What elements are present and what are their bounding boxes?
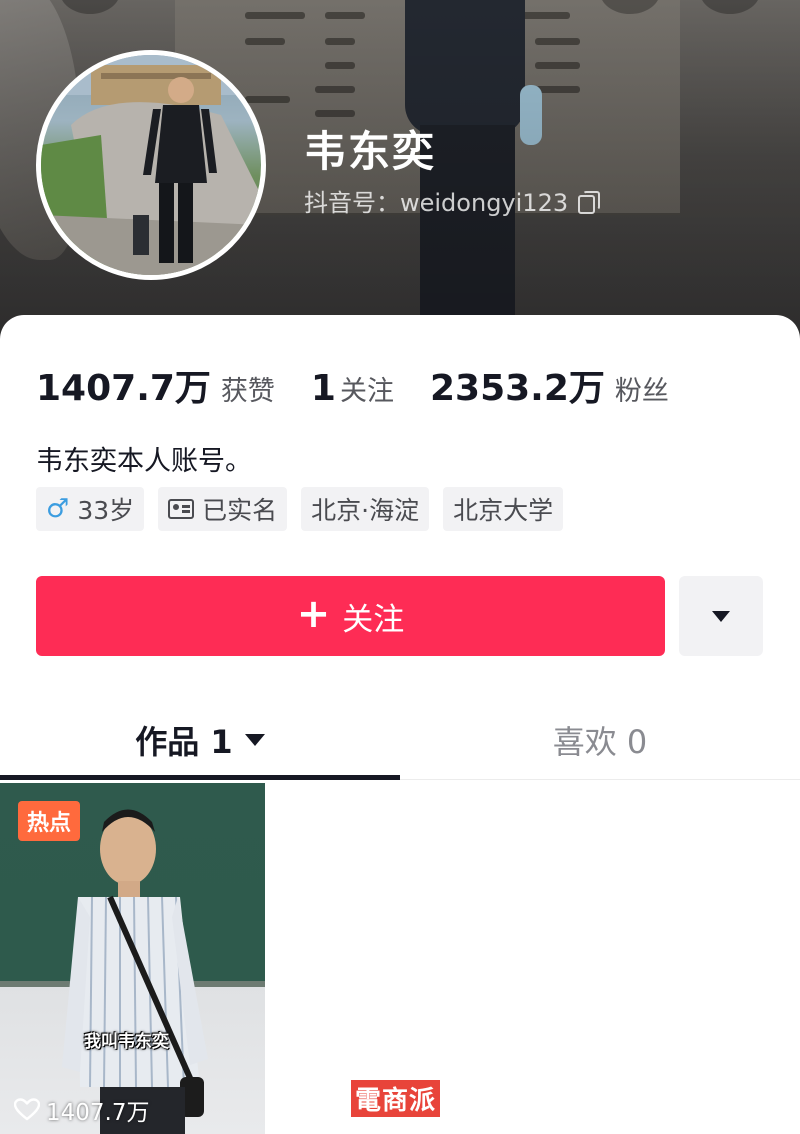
watermark-logo: 電商派 [351,1080,441,1117]
douyin-id[interactable]: 抖音号：weidongyi123 [304,183,601,218]
following-label[interactable]: 关注 [340,369,394,408]
profile-stats: 1407.7万 获赞 1 关注 2353.2万 粉丝 [36,359,705,411]
tab-active-indicator [0,775,400,780]
content-tabs: 作品 1 喜欢 0 [0,700,800,780]
caret-down-icon[interactable] [244,734,265,746]
follow-button-label: 关注 [342,601,405,638]
avatar[interactable] [36,50,266,280]
tab-works-label: 作品 1 [135,723,233,761]
followers-label[interactable]: 粉丝 [615,369,669,408]
likes-label[interactable]: 获赞 [221,369,275,408]
tag-verified-text: 已实名 [202,496,278,525]
profile-name: 韦东奕 [304,127,437,176]
tab-works[interactable]: 作品 1 [0,700,400,780]
tag-location[interactable]: 北京·海淀 [301,487,430,531]
tag-verified[interactable]: 已实名 [158,487,288,531]
tab-likes[interactable]: 喜欢 0 [400,700,800,780]
caret-down-icon [712,610,730,622]
video-thumbnail[interactable]: 热点 我叫韦东奕 1407.7万 [0,783,265,1134]
profile-bio: 韦东奕本人账号。 [36,446,252,477]
video-person-image [62,809,208,1134]
plus-icon: + [296,591,331,637]
hot-badge: 热点 [18,801,81,841]
video-like-count: 1407.7万 [14,1093,149,1127]
followers-count[interactable]: 2353.2万 [430,359,605,411]
tag-school[interactable]: 北京大学 [443,487,564,531]
following-count[interactable]: 1 [311,368,336,409]
douyin-id-text: 抖音号：weidongyi123 [304,189,569,217]
heart-outline-icon [14,1098,40,1122]
profile-tags: ♂ 33岁 已实名 北京·海淀 北京大学 [36,487,564,531]
tab-likes-label: 喜欢 0 [552,723,648,761]
video-caption: 我叫韦东奕 [84,1032,169,1052]
avatar-photo [41,55,261,275]
copy-icon[interactable] [576,190,601,214]
likes-count[interactable]: 1407.7万 [36,359,211,411]
follow-button[interactable]: + 关注 [36,576,665,656]
tag-age: ♂ 33岁 [36,487,145,531]
id-card-icon [168,499,195,519]
video-like-count-text: 1407.7万 [46,1100,150,1126]
tag-school-text: 北京大学 [453,496,554,525]
male-symbol-icon: ♂ [46,494,70,524]
tag-location-text: 北京·海淀 [311,496,420,525]
tag-age-text: 33岁 [77,496,135,525]
recommend-dropdown-button[interactable] [679,576,763,656]
